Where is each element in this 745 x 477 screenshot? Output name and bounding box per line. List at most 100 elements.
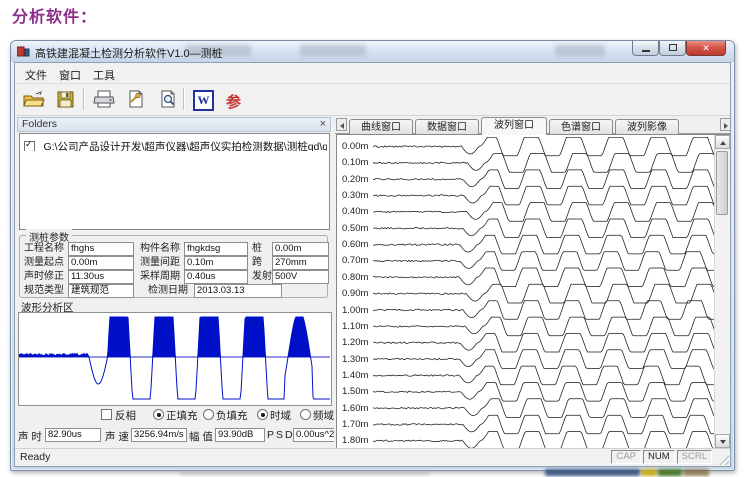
param-label: 检测日期	[148, 285, 188, 297]
depth-label: 0.40m	[342, 206, 374, 217]
tab-spectrum-window[interactable]: 色谱窗口	[549, 119, 613, 134]
waveform-controls: 反相 正填充 负填充 时域 频域	[17, 408, 334, 422]
right-arrow-icon	[724, 123, 728, 129]
freq-domain-radio[interactable]	[300, 409, 311, 420]
depth-label: 0.00m	[342, 141, 374, 152]
param-label: 规范类型	[24, 285, 64, 297]
window-titlebar[interactable]: 高铁建混凝土检测分析软件V1.0—测桩 ✕	[11, 41, 734, 62]
tab-scroll-left[interactable]	[336, 118, 347, 131]
tab-curve-window[interactable]: 曲线窗口	[349, 119, 413, 134]
maximize-button[interactable]	[659, 41, 686, 56]
depth-label: 1.10m	[342, 321, 374, 332]
open-button[interactable]	[21, 87, 46, 112]
left-dock-pane: Folders × G:\公司产品设计开发\超声仪器\超声仪实拍检测数据\测桩q…	[17, 116, 334, 449]
depth-label: 1.20m	[342, 337, 374, 348]
scrl-indicator: SCRL	[677, 450, 712, 464]
folder-item[interactable]: G:\公司产品设计开发\超声仪器\超声仪实拍检测数据\测桩qd\qd03\qd0…	[24, 138, 327, 151]
background-artifact	[658, 469, 682, 476]
amplitude-label: 幅 值	[189, 429, 213, 444]
param-label: 采样周期	[140, 271, 180, 283]
glass-reflection	[555, 45, 605, 56]
param-field[interactable]: 270mm	[272, 256, 329, 270]
depth-label: 0.70m	[342, 255, 374, 266]
negative-fill-radio[interactable]	[203, 409, 214, 420]
scrollbar-thumb[interactable]	[716, 151, 728, 215]
param-label: 工程名称	[24, 243, 64, 255]
params-button[interactable]: 参	[221, 87, 246, 112]
menu-window[interactable]: 窗口	[55, 66, 85, 84]
minimize-icon	[642, 50, 650, 52]
depth-label: 1.30m	[342, 354, 374, 365]
param-field[interactable]: fhghs	[68, 242, 134, 256]
print-setup-button[interactable]	[123, 87, 148, 112]
tab-scroll-right[interactable]	[720, 118, 731, 131]
toolbar: W 参	[15, 84, 730, 116]
param-field[interactable]: 0.00m	[272, 242, 329, 256]
velocity-label: 声 速	[105, 429, 129, 444]
tab-data-window[interactable]: 数据窗口	[415, 119, 479, 134]
folders-panel-header[interactable]: Folders ×	[17, 117, 331, 132]
status-message: Ready	[20, 451, 50, 463]
save-button[interactable]	[53, 87, 78, 112]
param-label: 测量起点	[24, 257, 64, 269]
menu-file[interactable]: 文件	[21, 66, 51, 84]
param-field[interactable]: 建筑规范	[68, 284, 134, 298]
invert-label: 反相	[115, 408, 136, 423]
param-field[interactable]: 0.10m	[184, 256, 248, 270]
glass-reflection	[300, 45, 366, 56]
amplitude-field[interactable]: 93.90dB	[215, 428, 265, 442]
tab-wavetrain-window[interactable]: 波列窗口	[481, 117, 547, 135]
scroll-up-button[interactable]	[715, 135, 730, 149]
cap-indicator: CAP	[611, 450, 641, 464]
print-setup-icon	[126, 90, 146, 110]
param-field[interactable]: fhgkdsg	[184, 242, 248, 256]
folders-list[interactable]: G:\公司产品设计开发\超声仪器\超声仪实拍检测数据\测桩qd\qd03\qd0…	[19, 133, 330, 230]
wave-train-area[interactable]: 0.00m0.10m0.20m0.30m0.40m0.50m0.60m0.70m…	[336, 134, 731, 449]
depth-label: 0.80m	[342, 272, 374, 283]
close-button[interactable]: ✕	[686, 41, 726, 56]
depth-label: 0.60m	[342, 239, 374, 250]
menu-tools[interactable]: 工具	[89, 66, 119, 84]
resize-grip[interactable]	[717, 453, 729, 465]
waveform-analysis-plot[interactable]	[18, 312, 332, 406]
print-button[interactable]	[91, 87, 116, 112]
time-domain-label: 时域	[270, 408, 291, 423]
positive-fill-radio[interactable]	[153, 409, 164, 420]
analysis-waveform	[19, 313, 330, 405]
depth-label: 0.30m	[342, 190, 374, 201]
screenshot-canvas: 分析软件： 高铁建混凝土检测分析软件V1.0—测桩 ✕ 文件 窗口 工具	[0, 0, 745, 477]
sound-time-field[interactable]: 82.90us	[45, 428, 101, 442]
app-icon	[17, 45, 30, 58]
param-field[interactable]: 500V	[272, 270, 329, 284]
view-tabstrip: 曲线窗口 数据窗口 波列窗口 色谱窗口 波列影像	[335, 116, 731, 134]
param-field[interactable]: 2013.03.13	[194, 284, 282, 298]
negative-fill-label: 负填充	[216, 408, 248, 423]
background-artifact	[545, 469, 640, 476]
freq-domain-label: 频域	[313, 408, 334, 423]
print-preview-button[interactable]	[155, 87, 180, 112]
vertical-scrollbar[interactable]	[714, 135, 730, 448]
left-arrow-icon	[340, 123, 344, 129]
minimize-button[interactable]	[632, 41, 659, 56]
folders-close-icon[interactable]: ×	[320, 118, 326, 131]
folder-checkbox[interactable]	[24, 141, 35, 151]
param-field[interactable]: 0.40us	[184, 270, 248, 284]
sound-time-label: 声 时	[18, 429, 42, 444]
folder-item-label: G:\公司产品设计开发\超声仪器\超声仪实拍检测数据\测桩qd\qd03\qd0…	[43, 141, 327, 151]
time-domain-radio[interactable]	[257, 409, 268, 420]
invert-checkbox[interactable]	[101, 409, 112, 420]
psd-field[interactable]: 0.00us^2/m	[293, 428, 334, 442]
velocity-field[interactable]: 3256.94m/s	[131, 428, 187, 442]
param-field[interactable]: 0.00m	[68, 256, 134, 270]
save-icon	[57, 91, 75, 109]
app-window: 高铁建混凝土检测分析软件V1.0—测桩 ✕ 文件 窗口 工具	[10, 40, 735, 471]
depth-label: 1.70m	[342, 419, 374, 430]
word-export-button[interactable]: W	[191, 87, 216, 112]
psd-label: PSD	[267, 429, 295, 441]
param-field[interactable]: 11.30us	[68, 270, 134, 284]
scroll-down-button[interactable]	[715, 434, 730, 448]
page-heading: 分析软件：	[12, 3, 97, 27]
depth-label: 1.50m	[342, 386, 374, 397]
tab-wavetrain-image[interactable]: 波列影像	[615, 119, 679, 134]
scroll-down-icon	[720, 440, 726, 444]
